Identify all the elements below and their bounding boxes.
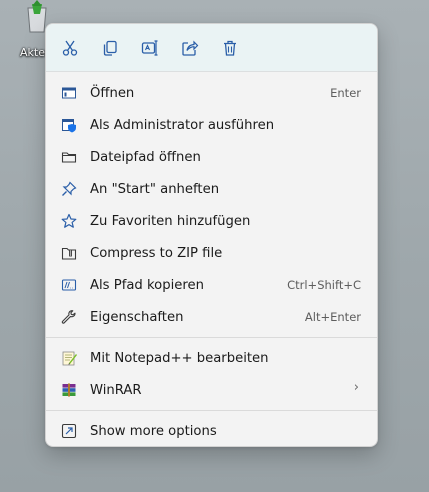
context-menu: Öffnen Enter Als Administrator ausführen… (45, 23, 378, 447)
menu-item-more-options[interactable]: Show more options (50, 415, 373, 446)
menu-separator (46, 337, 377, 338)
menu-item-properties[interactable]: Eigenschaften Alt+Enter (50, 301, 373, 333)
menu-separator (46, 410, 377, 411)
copy-path-icon (61, 277, 77, 293)
pin-icon (61, 181, 77, 197)
rename-button[interactable] (132, 32, 168, 64)
share-icon (182, 40, 199, 56)
chevron-right-icon: › (353, 380, 359, 395)
menu-item-label: An "Start" anheften (90, 181, 220, 197)
menu-item-copy-path[interactable]: Als Pfad kopieren Ctrl+Shift+C (50, 269, 373, 301)
copy-icon (103, 40, 117, 56)
open-window-icon (61, 85, 77, 101)
more-options-icon (61, 423, 77, 439)
menu-item-add-favorites[interactable]: Zu Favoriten hinzufügen (50, 205, 373, 237)
menu-item-label: Zu Favoriten hinzufügen (90, 213, 251, 229)
admin-shield-icon (61, 117, 77, 133)
cut-icon (62, 40, 78, 56)
menu-item-label: WinRAR (90, 382, 142, 398)
menu-item-shortcut: Ctrl+Shift+C (287, 278, 361, 292)
wrench-icon (61, 309, 77, 325)
folder-icon (61, 149, 77, 165)
menu-items: Öffnen Enter Als Administrator ausführen… (46, 72, 377, 446)
menu-item-label: Compress to ZIP file (90, 245, 223, 261)
delete-icon (224, 40, 236, 56)
menu-item-open-file-path[interactable]: Dateipfad öffnen (50, 141, 373, 173)
rename-icon (141, 39, 158, 56)
menu-item-shortcut: Enter (330, 86, 361, 100)
quick-actions-bar (46, 24, 377, 72)
menu-item-label: Als Administrator ausführen (90, 117, 275, 133)
share-button[interactable] (172, 32, 208, 64)
menu-item-label: Dateipfad öffnen (90, 149, 201, 165)
menu-item-run-as-admin[interactable]: Als Administrator ausführen (50, 109, 373, 141)
menu-item-winrar[interactable]: WinRAR › (50, 374, 373, 406)
menu-item-shortcut: Alt+Enter (304, 310, 361, 324)
copy-button[interactable] (92, 32, 128, 64)
menu-item-notepadpp[interactable]: Mit Notepad++ bearbeiten (50, 342, 373, 374)
winrar-icon (61, 382, 77, 398)
menu-item-label: Show more options (90, 423, 217, 439)
notepadpp-icon (61, 350, 77, 366)
menu-item-compress-zip[interactable]: Compress to ZIP file (50, 237, 373, 269)
cut-button[interactable] (52, 32, 88, 64)
zip-folder-icon (61, 245, 77, 261)
menu-item-open[interactable]: Öffnen Enter (50, 77, 373, 109)
star-icon (61, 213, 77, 229)
menu-item-label: Mit Notepad++ bearbeiten (90, 350, 269, 366)
delete-button[interactable] (212, 32, 248, 64)
menu-item-pin-start[interactable]: An "Start" anheften (50, 173, 373, 205)
